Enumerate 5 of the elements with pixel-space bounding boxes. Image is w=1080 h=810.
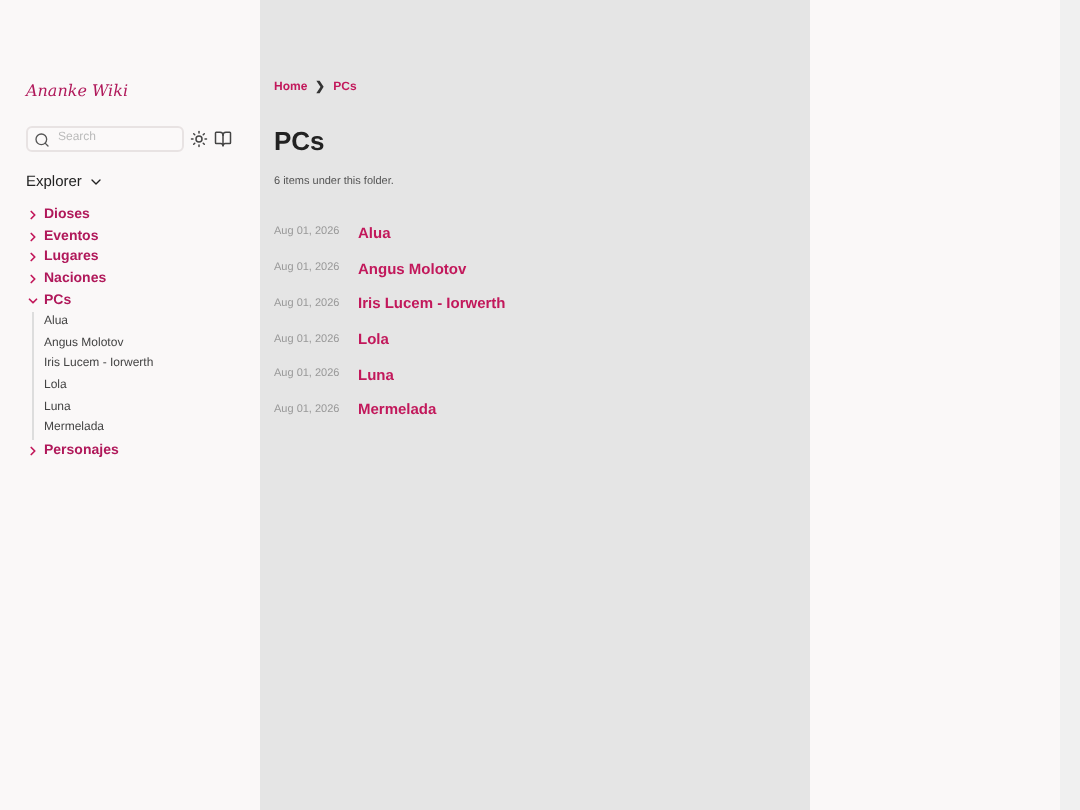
search-icon <box>34 131 50 147</box>
book-icon[interactable] <box>214 130 232 148</box>
sun-icon[interactable] <box>190 130 208 148</box>
page-title: PCs <box>274 124 327 160</box>
site-title[interactable]: Ananke Wiki <box>26 80 234 104</box>
